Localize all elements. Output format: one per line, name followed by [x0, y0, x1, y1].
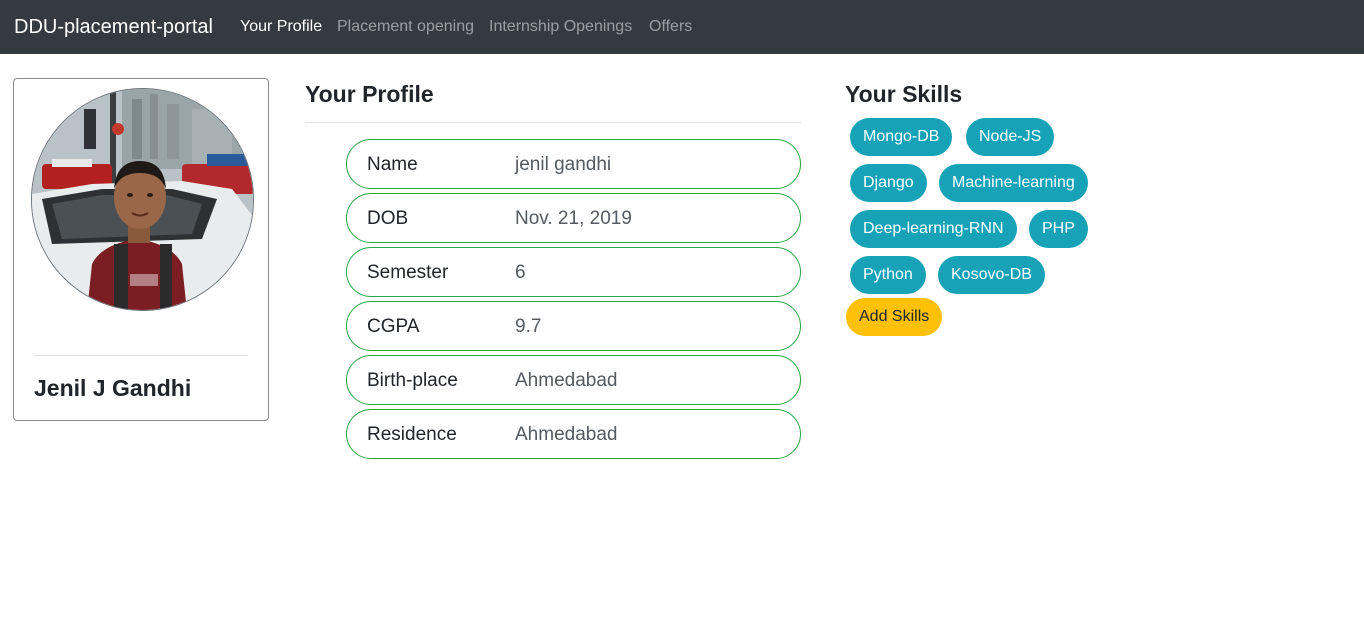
row-label: CGPA	[367, 316, 420, 337]
profile-photo	[32, 89, 253, 310]
profile-card: Jenil J Gandhi	[13, 78, 269, 421]
row-label: DOB	[367, 208, 409, 229]
card-divider	[34, 355, 248, 356]
nav-offers[interactable]: Offers	[649, 16, 692, 38]
profile-heading: Your Profile	[305, 81, 434, 107]
row-value: jenil gandhi	[515, 154, 612, 175]
avatar	[31, 88, 254, 311]
row-value: 6	[515, 262, 526, 283]
profile-divider	[305, 122, 801, 123]
skill-badge-machine-learning: Machine-learning	[939, 164, 1088, 202]
row-value: Ahmedabad	[515, 424, 618, 445]
skill-badge-php: PHP	[1029, 210, 1088, 248]
skills-heading: Your Skills	[845, 81, 963, 107]
add-skills-button[interactable]: Add Skills	[846, 298, 943, 336]
row-label: Semester	[367, 262, 449, 283]
skill-badge-python: Python	[850, 256, 926, 294]
row-label: Residence	[367, 424, 457, 445]
nav-your-profile[interactable]: Your Profile	[240, 16, 322, 38]
profile-row-semester: Semester 6	[346, 247, 801, 297]
row-value: Ahmedabad	[515, 370, 618, 391]
profile-row-dob: DOB Nov. 21, 2019	[346, 193, 801, 243]
row-value: 9.7	[515, 316, 542, 337]
nav-placement-opening[interactable]: Placement opening	[337, 16, 474, 38]
nav-internship-openings[interactable]: Internship Openings	[489, 16, 632, 38]
row-value: Nov. 21, 2019	[515, 208, 632, 229]
row-label: Name	[367, 154, 418, 175]
profile-row-name: Name jenil gandhi	[346, 139, 801, 189]
top-navbar: DDU-placement-portal Your Profile Placem…	[0, 0, 1364, 54]
skill-badge-kosovo-db: Kosovo-DB	[938, 256, 1045, 294]
student-name: Jenil J Gandhi	[34, 375, 192, 401]
profile-row-residence: Residence Ahmedabad	[346, 409, 801, 459]
skill-badge-django: Django	[850, 164, 927, 202]
brand-link[interactable]: DDU-placement-portal	[14, 14, 213, 40]
skill-badge-mongodb: Mongo-DB	[850, 118, 953, 156]
row-label: Birth-place	[367, 370, 458, 391]
skill-badge-nodejs: Node-JS	[966, 118, 1055, 156]
profile-row-cgpa: CGPA 9.7	[346, 301, 801, 351]
profile-row-birthplace: Birth-place Ahmedabad	[346, 355, 801, 405]
skill-badge-deep-learning-rnn: Deep-learning-RNN	[850, 210, 1017, 248]
